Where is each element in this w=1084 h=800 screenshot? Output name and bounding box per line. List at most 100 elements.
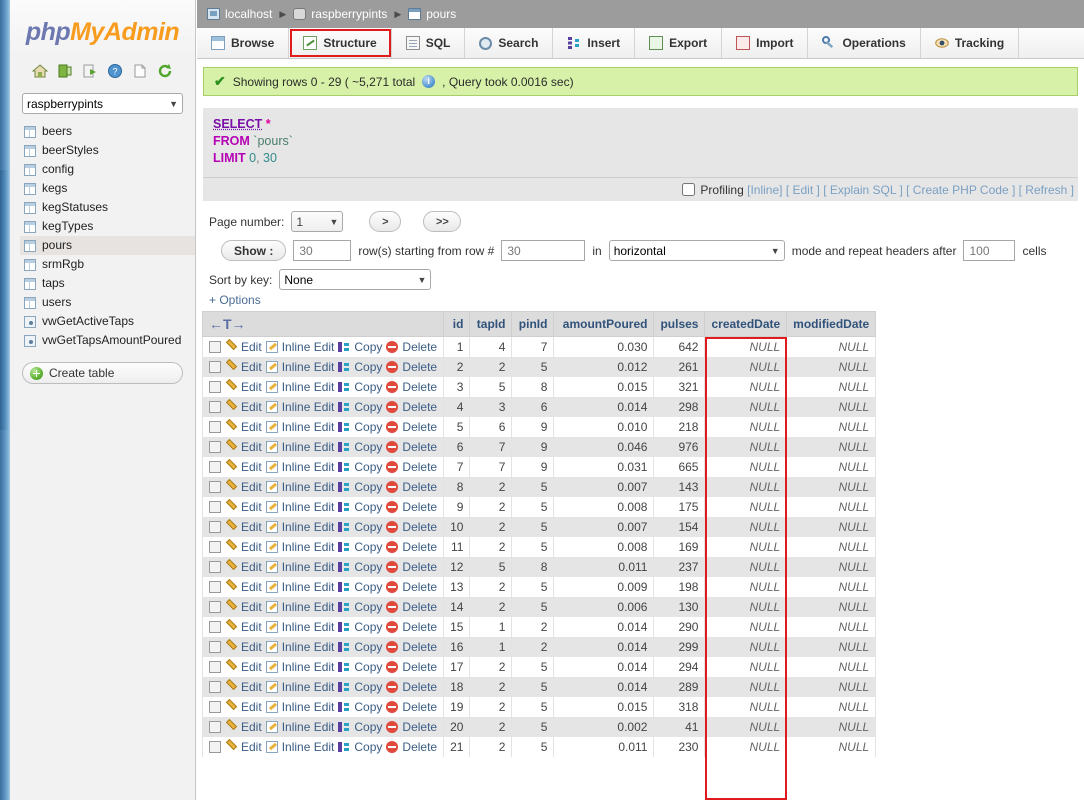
info-icon[interactable]: i — [422, 75, 436, 88]
inline-edit-link[interactable]: Inline Edit — [282, 600, 335, 614]
edit-icon[interactable] — [225, 601, 237, 613]
inline-edit-link[interactable]: Inline Edit — [282, 340, 335, 354]
edit-link[interactable]: Edit — [241, 680, 262, 694]
edit-link[interactable]: Edit — [241, 340, 262, 354]
inline-edit-icon[interactable] — [265, 381, 278, 393]
cell-pulses[interactable]: 318 — [653, 697, 706, 717]
cell-tapid[interactable]: 2 — [469, 357, 513, 377]
delete-link[interactable]: Delete — [402, 720, 437, 734]
inline-edit-link[interactable]: Inline Edit — [282, 580, 335, 594]
cell-modifieddate[interactable]: NULL — [786, 497, 877, 517]
cell-amountpoured[interactable]: 0.010 — [553, 417, 655, 437]
cell-pinid[interactable]: 2 — [511, 637, 555, 657]
edit-icon[interactable] — [225, 701, 237, 713]
cell-amountpoured[interactable]: 0.007 — [553, 517, 655, 537]
table-row[interactable]: Edit Inline Edit Copy Delete 8 2 5 0.007 143 NULL… — [201, 477, 877, 497]
cell-tapid[interactable]: 4 — [469, 336, 513, 357]
copy-link[interactable]: Copy — [354, 600, 382, 614]
delete-icon[interactable] — [386, 401, 399, 413]
cell-modifieddate[interactable]: NULL — [786, 457, 877, 477]
cell-createddate[interactable]: NULL — [704, 617, 788, 637]
row-checkbox[interactable] — [209, 401, 221, 413]
cell-pulses[interactable]: 665 — [653, 457, 706, 477]
delete-link[interactable]: Delete — [402, 460, 437, 474]
delete-icon[interactable] — [386, 721, 399, 733]
inline-edit-icon[interactable] — [265, 341, 278, 353]
delete-link[interactable]: Delete — [402, 400, 437, 414]
create-table-button[interactable]: Create table — [22, 362, 183, 384]
cell-pinid[interactable]: 5 — [511, 677, 555, 697]
copy-icon[interactable] — [338, 481, 350, 493]
edit-icon[interactable] — [225, 721, 237, 733]
cell-id[interactable]: 2 — [443, 357, 471, 377]
table-row[interactable]: Edit Inline Edit Copy Delete 11 2 5 0.008 169 NUL… — [201, 537, 877, 557]
row-checkbox[interactable] — [209, 381, 221, 393]
cell-id[interactable]: 11 — [443, 537, 471, 557]
copy-link[interactable]: Copy — [354, 560, 382, 574]
cell-pulses[interactable]: 298 — [653, 397, 706, 417]
inline-edit-icon[interactable] — [265, 661, 278, 673]
cell-createddate[interactable]: NULL — [704, 497, 788, 517]
column-header-id[interactable]: id — [443, 311, 471, 337]
copy-icon[interactable] — [338, 441, 350, 453]
copy-icon[interactable] — [338, 361, 350, 373]
cell-modifieddate[interactable]: NULL — [786, 397, 877, 417]
inline-edit-link[interactable]: Inline Edit — [282, 500, 335, 514]
copy-icon[interactable] — [338, 561, 350, 573]
cell-id[interactable]: 19 — [443, 697, 471, 717]
edit-link[interactable]: Edit — [241, 700, 262, 714]
row-checkbox[interactable] — [209, 741, 221, 753]
edit-icon[interactable] — [225, 441, 237, 453]
last-page-button[interactable]: >> — [423, 211, 462, 232]
cell-id[interactable]: 20 — [443, 717, 471, 737]
cell-modifieddate[interactable]: NULL — [786, 537, 877, 557]
cell-tapid[interactable]: 2 — [469, 537, 513, 557]
row-checkbox[interactable] — [209, 621, 221, 633]
table-row[interactable]: Edit Inline Edit Copy Delete 5 6 9 0.010 218 NULL… — [201, 417, 877, 437]
tab-sql[interactable]: SQL — [391, 28, 466, 58]
cell-tapid[interactable]: 1 — [469, 617, 513, 637]
home-icon[interactable] — [31, 63, 49, 79]
cell-modifieddate[interactable]: NULL — [786, 377, 877, 397]
cell-tapid[interactable]: 6 — [469, 417, 513, 437]
cell-tapid[interactable]: 2 — [469, 597, 513, 617]
delete-link[interactable]: Delete — [402, 600, 437, 614]
table-row[interactable]: Edit Inline Edit Copy Delete 17 2 5 0.014 294 NUL… — [201, 657, 877, 677]
copy-link[interactable]: Copy — [354, 340, 382, 354]
copy-icon[interactable] — [338, 661, 350, 673]
copy-link[interactable]: Copy — [354, 460, 382, 474]
cell-modifieddate[interactable]: NULL — [786, 677, 877, 697]
edit-link[interactable]: Edit — [241, 460, 262, 474]
cell-tapid[interactable]: 2 — [469, 577, 513, 597]
inline-edit-icon[interactable] — [265, 521, 278, 533]
delete-link[interactable]: Delete — [402, 540, 437, 554]
edit-icon[interactable] — [225, 741, 237, 753]
inline-edit-icon[interactable] — [265, 721, 278, 733]
cell-pinid[interactable]: 2 — [511, 617, 555, 637]
cell-modifieddate[interactable]: NULL — [786, 737, 877, 757]
copy-link[interactable]: Copy — [354, 720, 382, 734]
cell-pinid[interactable]: 9 — [511, 457, 555, 477]
breadcrumb-item-server[interactable]: localhost — [207, 7, 272, 21]
cell-pinid[interactable]: 7 — [511, 336, 555, 357]
cell-id[interactable]: 15 — [443, 617, 471, 637]
table-row[interactable]: Edit Inline Edit Copy Delete 7 7 9 0.031 665 NULL… — [201, 457, 877, 477]
cell-id[interactable]: 10 — [443, 517, 471, 537]
cell-pulses[interactable]: 218 — [653, 417, 706, 437]
inline-edit-icon[interactable] — [265, 361, 278, 373]
edit-icon[interactable] — [225, 681, 237, 693]
edit-link[interactable]: Edit — [241, 660, 262, 674]
cell-amountpoured[interactable]: 0.002 — [553, 717, 655, 737]
cell-tapid[interactable]: 5 — [469, 557, 513, 577]
copy-link[interactable]: Copy — [354, 500, 382, 514]
inline-edit-icon[interactable] — [265, 481, 278, 493]
table-row[interactable]: Edit Inline Edit Copy Delete 20 2 5 0.002 41 NULL… — [201, 717, 877, 737]
copy-icon[interactable] — [338, 401, 350, 413]
cell-amountpoured[interactable]: 0.015 — [553, 377, 655, 397]
cell-createddate[interactable]: NULL — [704, 357, 788, 377]
delete-icon[interactable] — [386, 421, 399, 433]
copy-link[interactable]: Copy — [354, 640, 382, 654]
breadcrumb-item-database[interactable]: raspberrypints — [293, 7, 387, 21]
edit-link[interactable]: Edit — [241, 440, 262, 454]
delete-icon[interactable] — [386, 441, 399, 453]
